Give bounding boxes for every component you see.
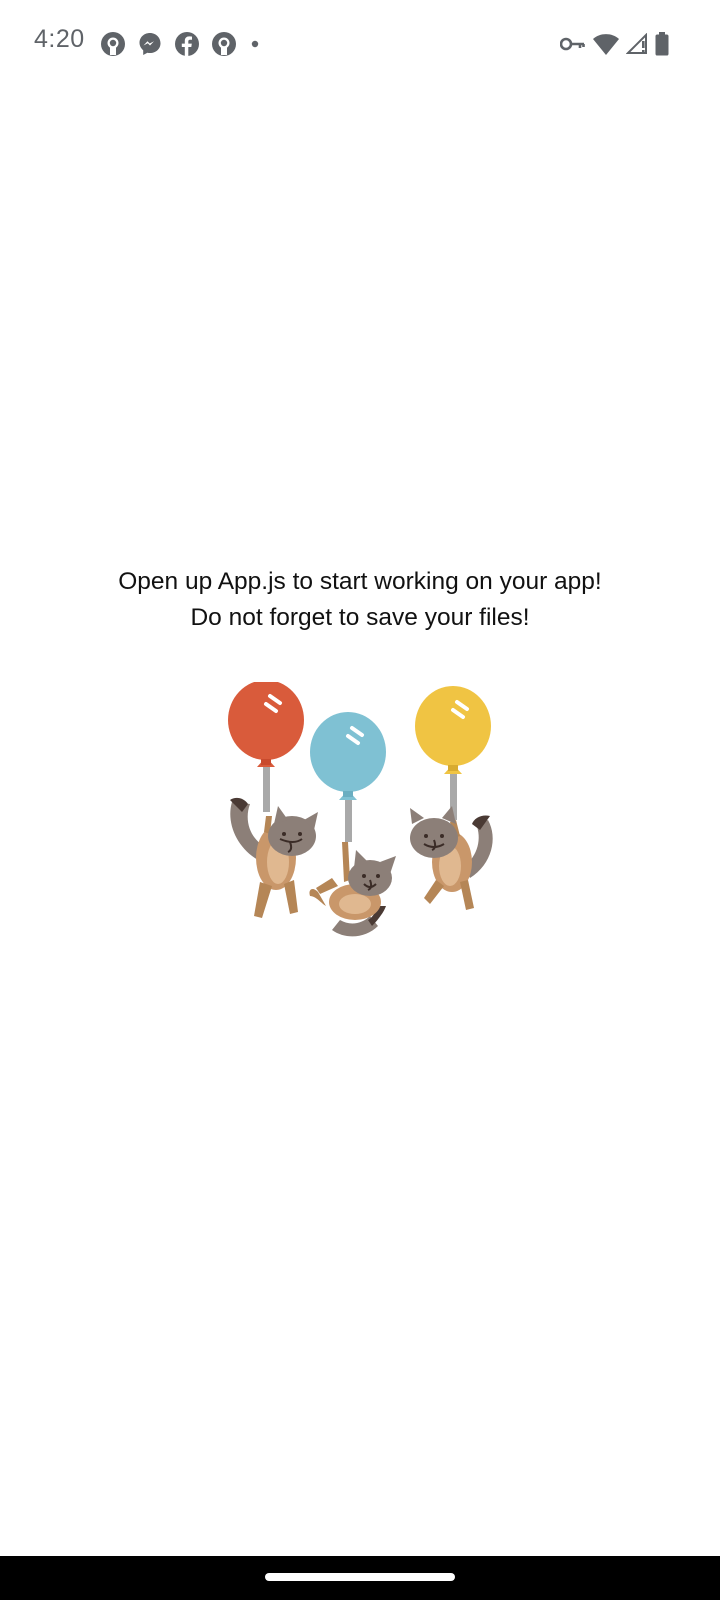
blue-balloon bbox=[310, 712, 386, 800]
github-icon bbox=[212, 32, 236, 56]
wifi-icon bbox=[593, 34, 619, 55]
right-fox bbox=[410, 806, 493, 910]
left-fox bbox=[230, 797, 318, 918]
middle-fox bbox=[309, 842, 396, 937]
navigation-bar bbox=[0, 1556, 720, 1600]
balloon-foxes-illustration bbox=[228, 682, 493, 937]
welcome-message-line-1: Open up App.js to start working on your … bbox=[118, 568, 602, 595]
status-bar: 4:20 bbox=[0, 0, 720, 86]
more-notifications-dot-icon bbox=[248, 31, 262, 57]
red-balloon bbox=[228, 682, 304, 767]
yellow-balloon bbox=[415, 686, 491, 774]
messenger-icon bbox=[139, 33, 161, 55]
welcome-message: Open up App.js to start working on your … bbox=[0, 564, 720, 636]
home-gesture-handle[interactable] bbox=[265, 1573, 455, 1581]
status-time: 4:20 bbox=[34, 25, 85, 53]
system-icons bbox=[560, 30, 670, 58]
facebook-icon bbox=[175, 32, 199, 56]
welcome-message-line-2: Do not forget to save your files! bbox=[190, 604, 530, 631]
notification-icons bbox=[100, 31, 262, 57]
app-content: Open up App.js to start working on your … bbox=[0, 86, 720, 1556]
vpn-key-icon bbox=[560, 37, 585, 51]
battery-icon bbox=[655, 32, 669, 56]
cell-signal-icon bbox=[626, 33, 647, 54]
github-icon bbox=[101, 32, 125, 56]
